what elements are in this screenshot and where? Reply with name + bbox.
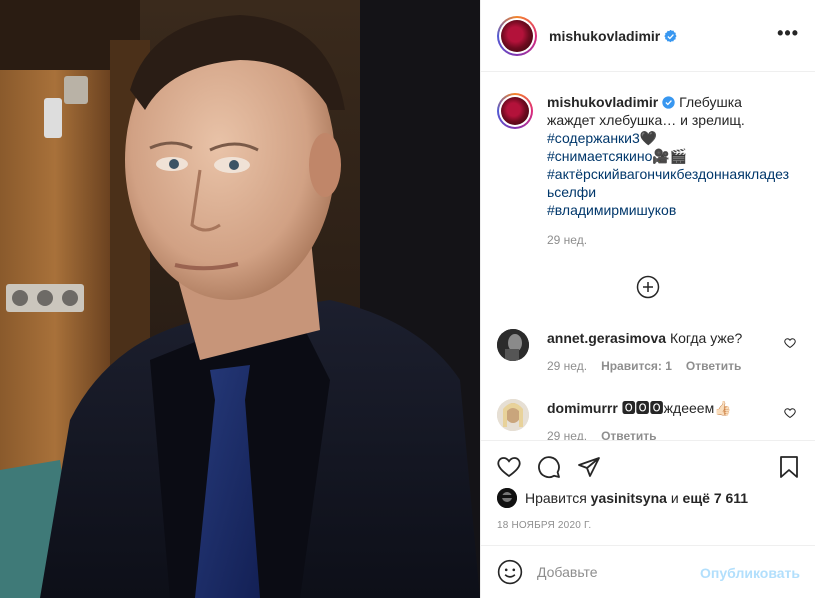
share-send-icon[interactable] [577,455,601,479]
author-username[interactable]: mishukovladimir [549,28,677,44]
liker-avatar[interactable] [497,488,517,508]
caption-time[interactable]: 29 нед. [547,231,792,249]
liker-username[interactable]: yasinitsyna [591,490,667,506]
hashtag-link[interactable]: #содержанки3🖤 [547,130,657,146]
verified-badge-icon [662,96,675,109]
comment-username[interactable]: domimurrr [547,400,618,416]
comment-like-icon[interactable] [784,407,796,419]
comment-body: Когда уже? [669,330,743,346]
likes-summary: Нравится yasinitsyna и ещё 7 611 [497,488,748,508]
comment-body: 🅾🅾🅾ждееем👍🏻 [621,400,732,416]
caption-avatar[interactable] [497,93,533,129]
comment-text: annet.gerasimova Когда уже? [547,329,767,347]
post-header: mishukovladimir ••• [481,0,815,72]
caption-body: mishukovladimir Глебушка жаждет хлебушка… [547,93,792,249]
like-heart-icon[interactable] [497,455,521,479]
commenter-avatar[interactable] [497,329,529,361]
comment-time[interactable]: 29 нед. [547,359,587,373]
add-comment-bar: Опубликовать [481,545,815,598]
load-more-comments-icon[interactable] [636,275,660,299]
post-details-panel: mishukovladimir ••• mishukovladimir Глеб… [480,0,815,598]
hashtag-link[interactable]: #владимирмишуков [547,202,676,218]
verified-badge-icon [664,29,677,42]
comment-reply-button[interactable]: Ответить [601,429,656,440]
comment-time[interactable]: 29 нед. [547,429,587,440]
post-actions-bar [481,440,815,488]
comment-item: domimurrr 🅾🅾🅾ждееем👍🏻 29 нед. Ответить [497,399,802,440]
post-photo[interactable] [0,0,480,598]
likes-prefix: Нравится [525,490,587,506]
hashtag-link[interactable]: #снимаетсякино🎥🎬 [547,148,687,164]
caption-username[interactable]: mishukovladimir [547,94,658,110]
comment-likes[interactable]: Нравится: 1 [601,359,672,373]
add-comment-input[interactable] [537,564,707,580]
comment-text: domimurrr 🅾🅾🅾ждееем👍🏻 [547,399,767,417]
commenter-avatar[interactable] [497,399,529,431]
comment-bubble-icon[interactable] [537,455,561,479]
likes-middle: и [670,490,679,506]
emoji-icon[interactable] [497,559,523,585]
comment-meta: 29 нед. Ответить [547,429,802,440]
comment-username[interactable]: annet.gerasimova [547,330,666,346]
likes-count-link[interactable]: ещё 7 611 [683,490,749,506]
comment-meta: 29 нед. Нравится: 1 Ответить [547,359,802,373]
comment-like-icon[interactable] [784,337,796,349]
post-photo-image [0,0,480,598]
comment-reply-button[interactable]: Ответить [686,359,741,373]
hashtag-link[interactable]: #актёрскийвагончикбездоннаякладезьселфи [547,166,789,200]
author-username-text[interactable]: mishukovladimir [549,28,660,44]
comment-item: annet.gerasimova Когда уже? 29 нед. Нрави… [497,329,802,373]
post-caption: mishukovladimir Глебушка жаждет хлебушка… [497,93,802,249]
bookmark-save-icon[interactable] [777,455,801,479]
publish-button[interactable]: Опубликовать [700,565,800,581]
comments-section: mishukovladimir Глебушка жаждет хлебушка… [481,73,815,440]
more-horizontal-icon[interactable]: ••• [777,24,799,42]
post-date[interactable]: 18 ноября 2020 г. [497,520,591,531]
author-avatar[interactable] [497,15,537,56]
